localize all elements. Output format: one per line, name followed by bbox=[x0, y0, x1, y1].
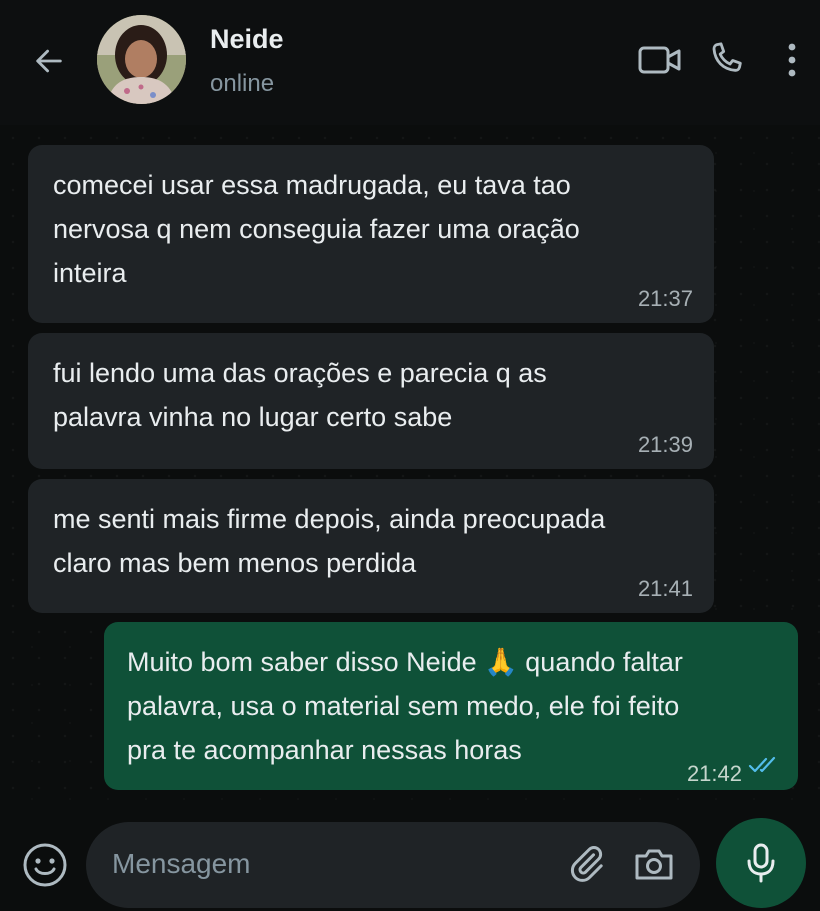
message-bubble-incoming[interactable]: fui lendo uma das orações e parecia q as… bbox=[28, 333, 714, 469]
arrow-left-icon bbox=[36, 49, 62, 73]
camera-button[interactable] bbox=[628, 838, 680, 890]
more-options-button[interactable] bbox=[772, 36, 812, 84]
double-check-icon bbox=[748, 756, 776, 773]
chat-header: Neide online bbox=[0, 0, 820, 125]
message-text: me senti mais firme depois, ainda preocu… bbox=[53, 504, 606, 578]
camera-icon bbox=[635, 849, 673, 880]
contact-status: online bbox=[210, 70, 275, 97]
message-text: comecei usar essa madrugada, eu tava tao… bbox=[53, 170, 580, 288]
video-call-button[interactable] bbox=[636, 36, 684, 84]
emoji-icon bbox=[23, 843, 67, 887]
message-bubble-incoming[interactable]: me senti mais firme depois, ainda preocu… bbox=[28, 479, 714, 613]
avatar[interactable] bbox=[97, 15, 186, 104]
attach-button[interactable] bbox=[560, 838, 612, 890]
message-bubble-incoming[interactable]: comecei usar essa madrugada, eu tava tao… bbox=[28, 145, 714, 323]
video-call-icon bbox=[638, 46, 681, 74]
message-time: 21:42 bbox=[686, 761, 742, 786]
avatar-photo bbox=[97, 15, 186, 104]
composer-bar: Mensagem bbox=[0, 800, 820, 911]
message-time: 21:37 bbox=[637, 286, 693, 311]
back-button[interactable] bbox=[26, 38, 72, 84]
emoji-button[interactable] bbox=[17, 837, 73, 893]
message-input-placeholder[interactable]: Mensagem bbox=[112, 848, 251, 880]
paperclip-icon bbox=[570, 846, 603, 882]
message-time: 21:39 bbox=[637, 432, 693, 457]
message-text: fui lendo uma das orações e parecia q as… bbox=[53, 358, 547, 432]
voice-call-button[interactable] bbox=[702, 36, 750, 84]
microphone-icon bbox=[747, 843, 775, 883]
message-text: Muito bom saber disso Neide 🙏 quando fal… bbox=[127, 647, 683, 765]
message-bubble-outgoing[interactable]: Muito bom saber disso Neide 🙏 quando fal… bbox=[104, 622, 798, 790]
message-list[interactable]: comecei usar essa madrugada, eu tava tao… bbox=[0, 125, 820, 800]
message-time: 21:41 bbox=[637, 576, 693, 601]
contact-name[interactable]: Neide bbox=[210, 24, 284, 55]
phone-icon bbox=[712, 42, 742, 72]
voice-message-button[interactable] bbox=[716, 818, 806, 908]
chat-screen: Neide online comecei usar essa madrugada… bbox=[0, 0, 820, 911]
more-vertical-icon bbox=[788, 43, 796, 77]
